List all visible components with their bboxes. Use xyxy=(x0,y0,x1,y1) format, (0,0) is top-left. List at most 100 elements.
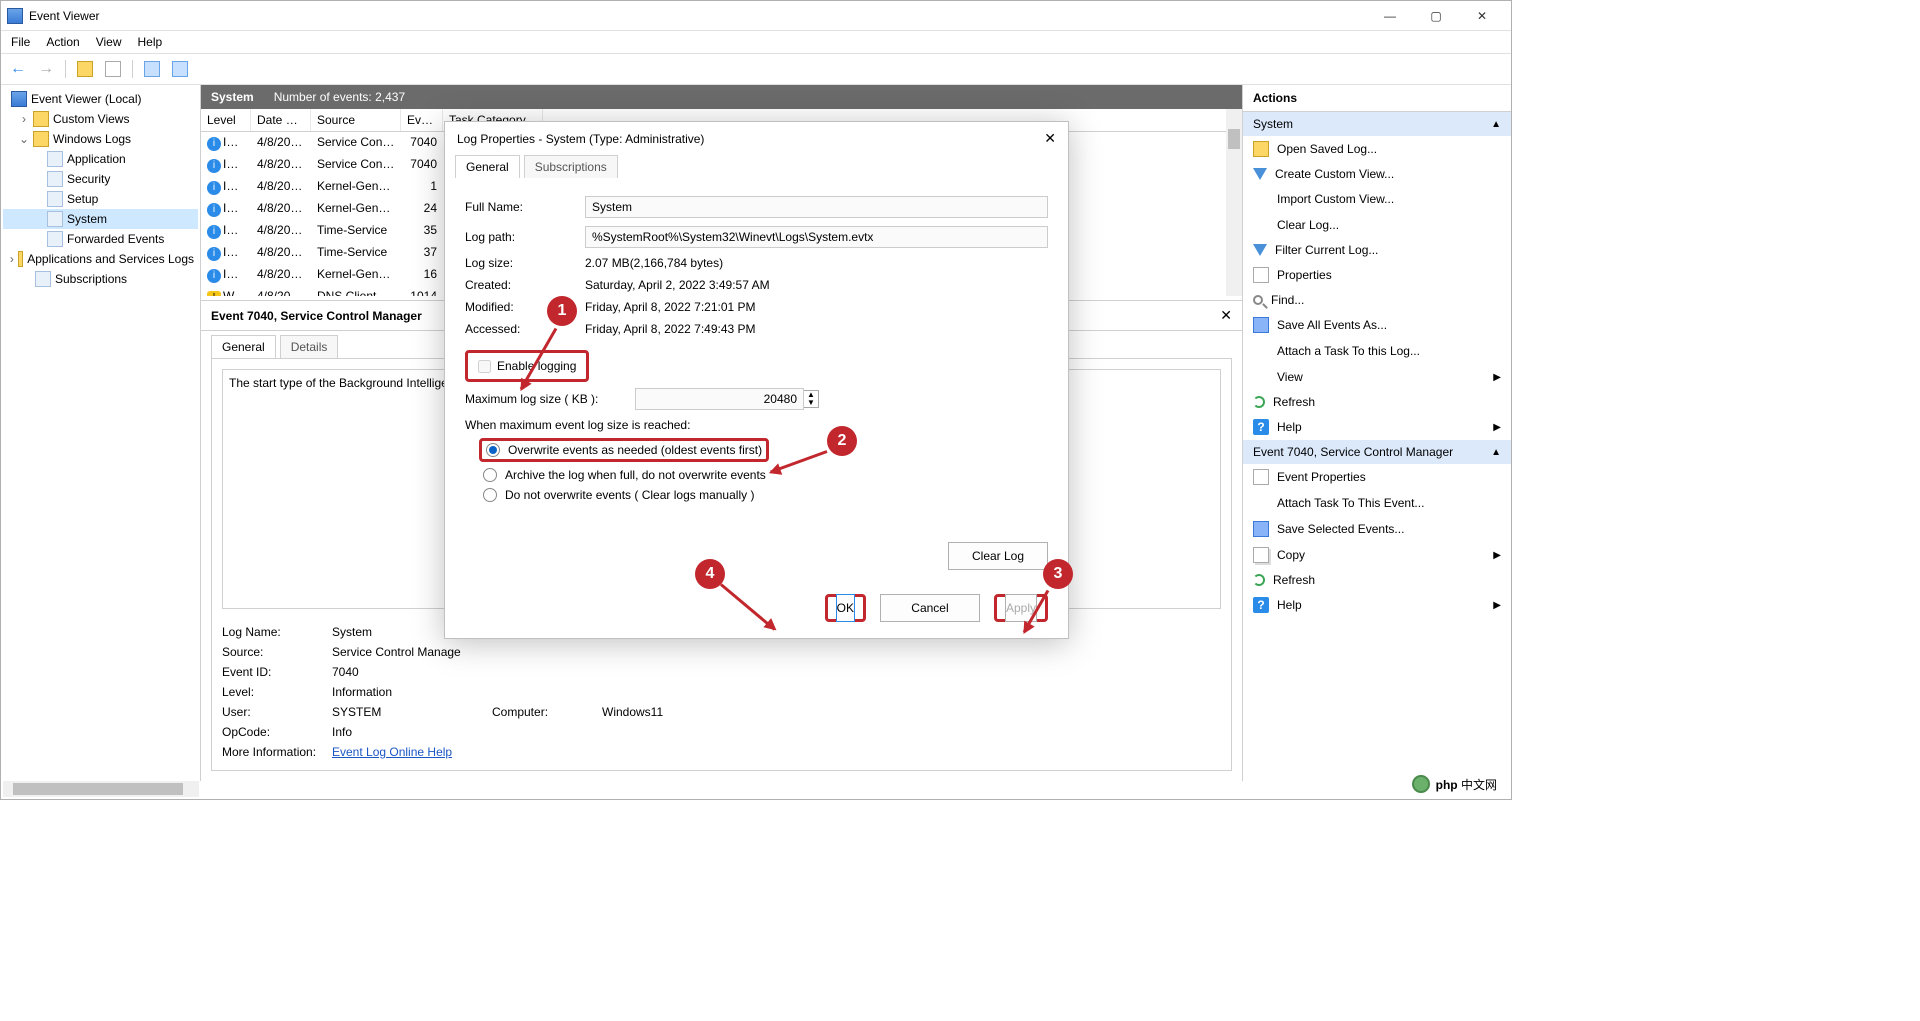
col-date[interactable]: Date an... xyxy=(251,109,311,131)
field-maxsize[interactable] xyxy=(635,388,804,410)
action-item[interactable]: Copy▶ xyxy=(1243,542,1511,568)
nav-tree[interactable]: Event Viewer (Local) ›Custom Views ⌄Wind… xyxy=(1,85,201,781)
action-item[interactable]: ?Help▶ xyxy=(1243,592,1511,618)
actions-section-event[interactable]: Event 7040, Service Control Manager▲ xyxy=(1243,440,1511,464)
scrollbar-thumb[interactable] xyxy=(1228,129,1240,149)
value-user: SYSTEM xyxy=(332,705,492,719)
detail-close-button[interactable]: ✕ xyxy=(1220,307,1232,324)
maximize-button[interactable]: ▢ xyxy=(1413,1,1459,31)
cancel-button[interactable]: Cancel xyxy=(880,594,980,622)
label-noover: Do not overwrite events ( Clear logs man… xyxy=(505,488,754,502)
folder-icon xyxy=(18,251,23,267)
action-item[interactable]: Attach a Task To this Log... xyxy=(1243,338,1511,364)
dialog-close-button[interactable]: ✕ xyxy=(1044,130,1056,147)
action-item[interactable]: Save Selected Events... xyxy=(1243,516,1511,542)
action-icon xyxy=(1253,547,1269,563)
clear-log-button[interactable]: Clear Log xyxy=(948,542,1048,570)
checkbox-enable-logging[interactable] xyxy=(478,360,491,373)
minimize-button[interactable]: — xyxy=(1367,1,1413,31)
action-item[interactable]: Open Saved Log... xyxy=(1243,136,1511,162)
action-item[interactable]: Filter Current Log... xyxy=(1243,238,1511,262)
link-moreinfo[interactable]: Event Log Online Help xyxy=(332,745,492,759)
close-button[interactable]: ✕ xyxy=(1459,1,1505,31)
tree-forwarded[interactable]: Forwarded Events xyxy=(3,229,198,249)
col-eventid[interactable]: Event... xyxy=(401,109,443,131)
col-source[interactable]: Source xyxy=(311,109,401,131)
toolbar-button-1[interactable] xyxy=(74,58,96,80)
menu-file[interactable]: File xyxy=(11,35,30,49)
warning-icon: ! xyxy=(207,291,221,296)
tree-h-scrollbar[interactable] xyxy=(3,781,199,797)
action-label: Filter Current Log... xyxy=(1275,243,1378,257)
tree-subscriptions[interactable]: Subscriptions xyxy=(3,269,198,289)
action-item[interactable]: Save All Events As... xyxy=(1243,312,1511,338)
tab-details[interactable]: Details xyxy=(280,335,339,358)
action-label: Attach a Task To this Log... xyxy=(1277,344,1420,358)
scrollbar-thumb[interactable] xyxy=(13,783,183,795)
tree-windows-logs[interactable]: ⌄Windows Logs xyxy=(3,129,198,149)
tree-security[interactable]: Security xyxy=(3,169,198,189)
tree-application[interactable]: Application xyxy=(3,149,198,169)
radio-archive[interactable] xyxy=(483,468,497,482)
expand-icon[interactable]: › xyxy=(19,112,29,126)
highlight-overwrite-option: Overwrite events as needed (oldest event… xyxy=(479,438,769,462)
menubar: File Action View Help xyxy=(1,31,1511,54)
menu-action[interactable]: Action xyxy=(46,35,79,49)
collapse-icon: ▲ xyxy=(1491,119,1501,130)
toolbar-button-4[interactable] xyxy=(169,58,191,80)
action-item[interactable]: Refresh xyxy=(1243,390,1511,414)
action-item[interactable]: Event Properties xyxy=(1243,464,1511,490)
radio-noover[interactable] xyxy=(483,488,497,502)
action-icon xyxy=(1253,369,1269,385)
maxsize-spinner[interactable]: ▲▼ xyxy=(635,388,819,410)
tab-general[interactable]: General xyxy=(211,335,276,358)
action-item[interactable]: ?Help▶ xyxy=(1243,414,1511,440)
expand-icon[interactable]: › xyxy=(10,252,14,266)
dialog-tab-subscriptions[interactable]: Subscriptions xyxy=(524,155,618,178)
action-item[interactable]: Refresh xyxy=(1243,568,1511,592)
field-fullname[interactable] xyxy=(585,196,1048,218)
label-user: User: xyxy=(222,705,332,719)
menu-help[interactable]: Help xyxy=(138,35,163,49)
help-icon: ? xyxy=(1253,597,1269,613)
action-item[interactable]: Find... xyxy=(1243,288,1511,312)
log-icon xyxy=(47,171,63,187)
nav-forward-button[interactable]: → xyxy=(35,58,57,80)
action-item[interactable]: Clear Log... xyxy=(1243,212,1511,238)
annotation-4: 4 xyxy=(695,559,725,589)
collapse-icon[interactable]: ⌄ xyxy=(19,132,29,146)
actions-section-system[interactable]: System▲ xyxy=(1243,112,1511,136)
toolbar-button-2[interactable] xyxy=(102,58,124,80)
spin-down-button[interactable]: ▼ xyxy=(804,399,818,407)
tree-system[interactable]: System xyxy=(3,209,198,229)
action-item[interactable]: Create Custom View... xyxy=(1243,162,1511,186)
submenu-icon: ▶ xyxy=(1493,550,1501,561)
info-icon: i xyxy=(207,225,221,239)
nav-back-button[interactable]: ← xyxy=(7,58,29,80)
menu-view[interactable]: View xyxy=(96,35,122,49)
grid-scrollbar[interactable] xyxy=(1226,109,1242,296)
tree-setup[interactable]: Setup xyxy=(3,189,198,209)
toolbar-button-3[interactable] xyxy=(141,58,163,80)
detail-title: Event 7040, Service Control Manager xyxy=(211,309,422,323)
ok-button[interactable]: OK xyxy=(836,594,855,622)
action-icon xyxy=(1253,217,1269,233)
col-level[interactable]: Level xyxy=(201,109,251,131)
action-item[interactable]: Import Custom View... xyxy=(1243,186,1511,212)
tree-root[interactable]: Event Viewer (Local) xyxy=(3,89,198,109)
annotation-2: 2 xyxy=(827,426,857,456)
action-item[interactable]: Properties xyxy=(1243,262,1511,288)
dialog-tab-general[interactable]: General xyxy=(455,155,520,178)
action-item[interactable]: View▶ xyxy=(1243,364,1511,390)
value-accessed: Friday, April 8, 2022 7:49:43 PM xyxy=(585,322,1048,336)
field-logpath[interactable] xyxy=(585,226,1048,248)
titlebar: Event Viewer — ▢ ✕ xyxy=(1,1,1511,31)
radio-overwrite[interactable] xyxy=(486,443,500,457)
action-icon xyxy=(1253,267,1269,283)
tree-custom-views[interactable]: ›Custom Views xyxy=(3,109,198,129)
submenu-icon: ▶ xyxy=(1493,600,1501,611)
tree-appsvc[interactable]: ›Applications and Services Logs xyxy=(3,249,198,269)
action-item[interactable]: Attach Task To This Event... xyxy=(1243,490,1511,516)
action-label: Save All Events As... xyxy=(1277,318,1387,332)
action-label: Event Properties xyxy=(1277,470,1366,484)
